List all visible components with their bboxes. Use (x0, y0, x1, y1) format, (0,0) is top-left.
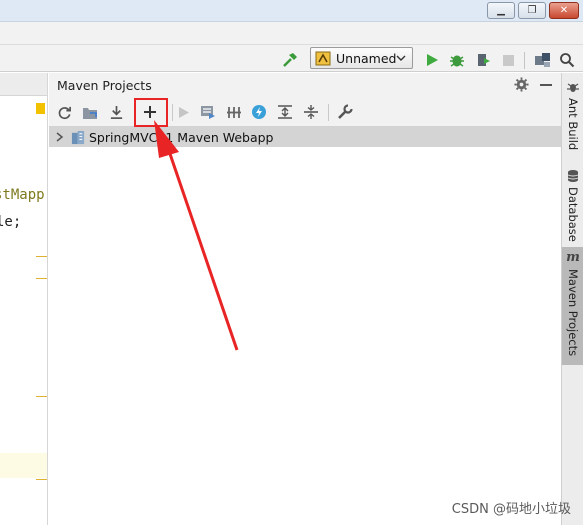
chevron-down-icon (396, 55, 406, 61)
stripe-item-ant-build[interactable]: Ant Build (562, 76, 583, 156)
project-structure-icon[interactable] (533, 51, 551, 69)
panel-title: Maven Projects (57, 78, 152, 93)
database-icon (567, 170, 579, 182)
stripe-item-maven-projects[interactable]: m Maven Projects (562, 247, 583, 365)
window-titlebar: ▁ ❐ ✕ (0, 0, 583, 22)
gutter-marker (36, 479, 47, 480)
tree-node-label: SpringMVC01 Maven Webapp (89, 129, 274, 145)
code-editor[interactable]: stMapp le; (0, 73, 48, 525)
ant-icon (567, 83, 579, 92)
editor-tab-bar[interactable] (0, 73, 47, 96)
toolbar-divider (0, 44, 583, 45)
main-toolbar: Unnamed (0, 22, 583, 72)
generate-sources-icon[interactable] (81, 103, 99, 121)
stripe-label: Ant Build (566, 98, 580, 151)
highlight-box (134, 98, 168, 127)
run-goal-icon[interactable] (174, 103, 192, 121)
coverage-icon[interactable] (474, 51, 492, 69)
hammer-icon[interactable] (281, 51, 299, 69)
current-line-highlight (0, 453, 47, 478)
run-configuration-select[interactable]: Unnamed (310, 47, 413, 69)
stripe-item-database[interactable]: Database (562, 165, 583, 243)
tree-row[interactable]: SpringMVC01 Maven Webapp (49, 127, 561, 147)
gear-icon[interactable] (514, 77, 530, 93)
reimport-icon[interactable] (55, 103, 73, 121)
collapse-all-icon[interactable] (302, 103, 320, 121)
right-tool-stripe: Ant Build Database m Maven Projects (561, 73, 583, 525)
stop-icon[interactable] (499, 51, 517, 69)
minimize-button[interactable]: ▁ (487, 2, 515, 19)
gutter-marker (36, 396, 47, 397)
debug-icon[interactable] (448, 51, 466, 69)
run-configuration-label: Unnamed (336, 50, 397, 66)
ant-config-icon (315, 51, 331, 65)
code-line: le; (0, 214, 22, 230)
close-button[interactable]: ✕ (549, 2, 579, 19)
skip-tests-icon[interactable] (225, 103, 243, 121)
gutter-warning-marker[interactable] (36, 103, 45, 114)
gutter-marker (36, 256, 47, 257)
stripe-label: Database (566, 187, 580, 242)
hide-panel-icon[interactable] (540, 84, 552, 86)
wrench-icon[interactable] (336, 103, 354, 121)
expand-arrow-icon[interactable] (54, 131, 66, 143)
offline-icon[interactable] (250, 103, 268, 121)
run-configuration-icon[interactable] (199, 103, 217, 121)
maven-m-icon: m (566, 250, 580, 265)
maven-projects-panel: Maven Projects SpringMVC01 Maven Webapp (49, 73, 561, 525)
stripe-label: Maven Projects (566, 269, 580, 357)
download-icon[interactable] (107, 103, 125, 121)
run-icon[interactable] (423, 51, 441, 69)
expand-all-icon[interactable] (276, 103, 294, 121)
search-icon[interactable] (558, 51, 576, 69)
toolbar-separator (328, 104, 329, 121)
restore-button[interactable]: ❐ (518, 2, 546, 19)
maven-project-icon (70, 129, 86, 145)
panel-header: Maven Projects (49, 73, 561, 98)
maven-toolbar (49, 98, 561, 127)
watermark: CSDN @码地小垃圾 (451, 502, 571, 517)
code-line: stMapp (0, 187, 45, 203)
toolbar-separator (524, 52, 525, 69)
gutter-marker (36, 278, 47, 279)
toolbar-separator (172, 104, 173, 121)
